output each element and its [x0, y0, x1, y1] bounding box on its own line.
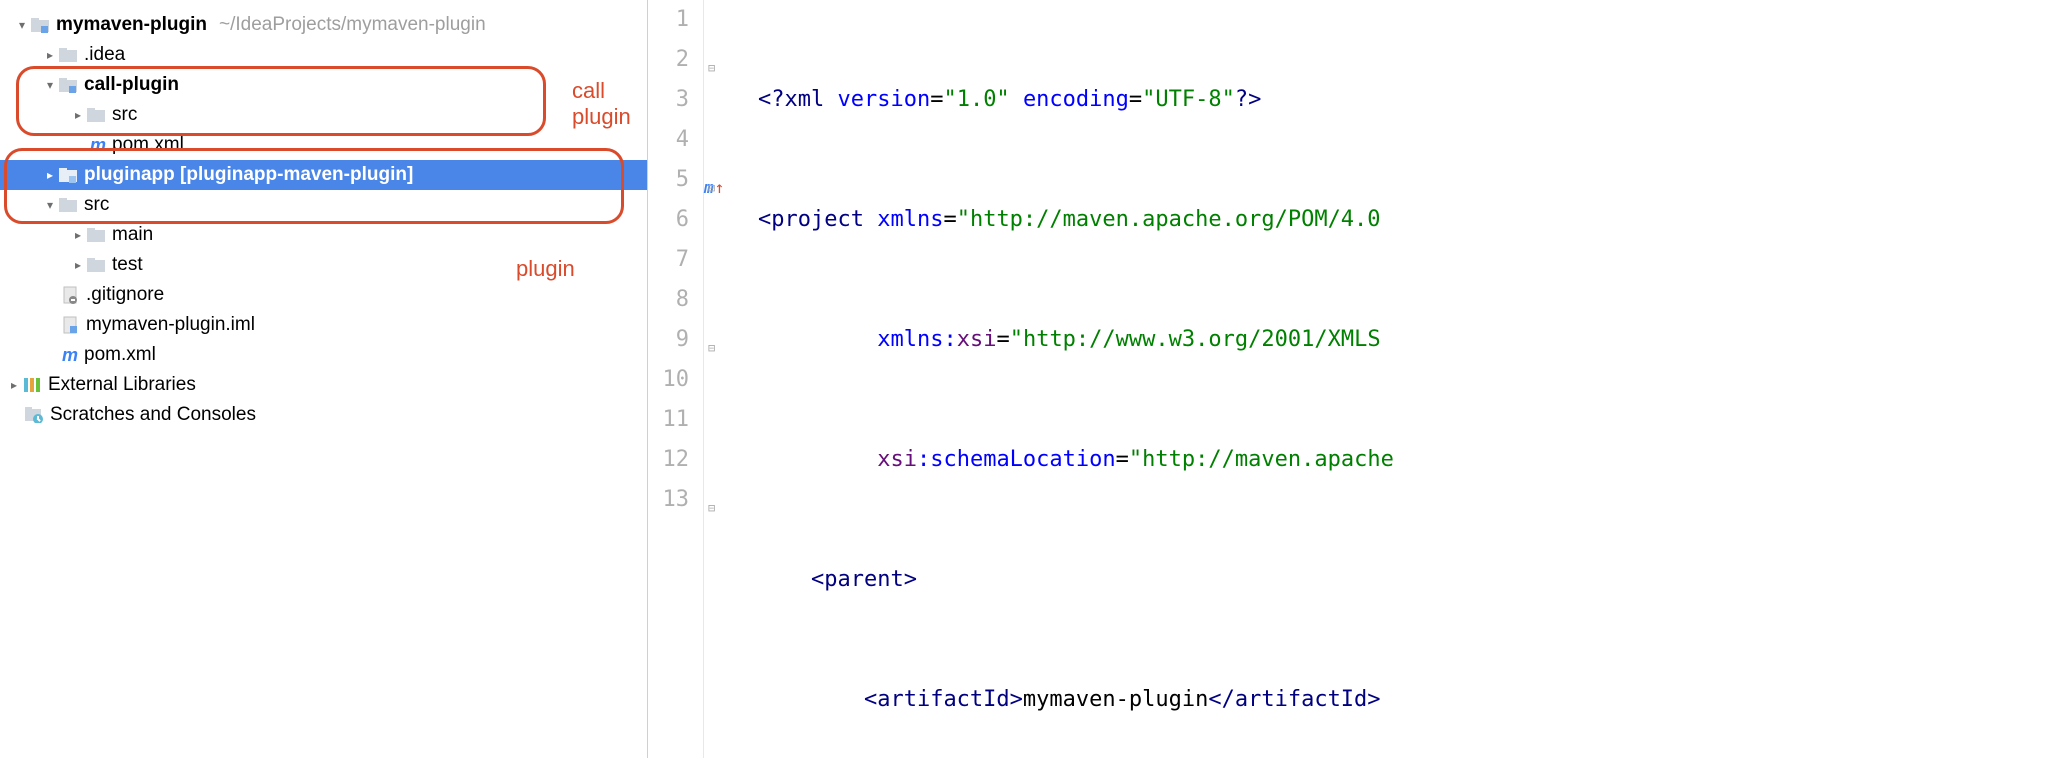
- tree-row-scratches[interactable]: Scratches and Consoles: [0, 400, 647, 430]
- folder-icon: [58, 196, 78, 214]
- tree-label: pom.xml: [84, 344, 156, 366]
- fold-close-icon[interactable]: ⊟: [708, 328, 715, 368]
- chevron-right-icon[interactable]: ▸: [6, 378, 22, 392]
- project-tree: ▾ mymaven-plugin ~/IdeaProjects/mymaven-…: [0, 0, 648, 758]
- module-icon: [58, 76, 78, 94]
- tree-path: ~/IdeaProjects/mymaven-plugin: [219, 14, 486, 36]
- code-content[interactable]: <?xml version="1.0" encoding="UTF-8"?> <…: [728, 0, 1394, 758]
- tree-label: .idea: [84, 44, 125, 66]
- tree-row-iml[interactable]: mymaven-plugin.iml: [0, 310, 647, 340]
- maven-icon: m: [88, 135, 108, 156]
- tree-row-gitignore[interactable]: .gitignore: [0, 280, 647, 310]
- chevron-down-icon[interactable]: ▾: [14, 18, 30, 32]
- chevron-right-icon[interactable]: ▸: [70, 228, 86, 242]
- tree-row-pluginapp[interactable]: ▸ pluginapp [pluginapp-maven-plugin]: [0, 160, 647, 190]
- tree-row-pom[interactable]: m pom.xml: [0, 340, 647, 370]
- fold-gutter: ⊟ m↑ ⊟ ⊟ ⊟: [704, 0, 728, 758]
- file-icon: [60, 316, 80, 334]
- chevron-right-icon[interactable]: ▸: [42, 168, 58, 182]
- tree-label: pluginapp [pluginapp-maven-plugin]: [84, 164, 413, 186]
- library-icon: [22, 376, 42, 394]
- fold-open-icon[interactable]: ⊟: [708, 48, 715, 88]
- tree-row-pom[interactable]: m pom.xml: [0, 130, 647, 160]
- chevron-down-icon[interactable]: ▾: [42, 198, 58, 212]
- tree-row-idea[interactable]: ▸ .idea: [0, 40, 647, 70]
- tree-label: main: [112, 224, 153, 246]
- tree-label: test: [112, 254, 143, 276]
- code-editor[interactable]: 1 2 3 4 5 6 7 8 9 10 11 12 13 ⊟ m↑ ⊟ ⊟ ⊟…: [648, 0, 2050, 758]
- tree-label: call-plugin: [84, 74, 179, 96]
- file-icon: [60, 286, 80, 304]
- chevron-right-icon[interactable]: ▸: [42, 48, 58, 62]
- tree-row-src[interactable]: ▸ src: [0, 100, 647, 130]
- tree-row-call-plugin[interactable]: ▾ call-plugin: [0, 70, 647, 100]
- tree-row-external-libraries[interactable]: ▸ External Libraries: [0, 370, 647, 400]
- tree-label: .gitignore: [86, 284, 164, 306]
- fold-open-icon[interactable]: ⊟: [708, 168, 715, 208]
- folder-icon: [58, 46, 78, 64]
- module-icon: [30, 16, 50, 34]
- tree-row-root[interactable]: ▾ mymaven-plugin ~/IdeaProjects/mymaven-…: [0, 10, 647, 40]
- tree-label: mymaven-plugin: [56, 14, 207, 36]
- line-number-gutter: 1 2 3 4 5 6 7 8 9 10 11 12 13: [648, 0, 704, 758]
- tree-label: pom.xml: [112, 134, 184, 156]
- folder-icon: [86, 106, 106, 124]
- scratches-icon: [24, 406, 44, 424]
- chevron-right-icon[interactable]: ▸: [70, 258, 86, 272]
- folder-icon: [86, 256, 106, 274]
- tree-label: src: [112, 104, 137, 126]
- tree-label: Scratches and Consoles: [50, 404, 256, 426]
- tree-label: External Libraries: [48, 374, 196, 396]
- fold-open-icon[interactable]: ⊟: [708, 488, 715, 528]
- chevron-down-icon[interactable]: ▾: [42, 78, 58, 92]
- tree-row-main[interactable]: ▸ main: [0, 220, 647, 250]
- tree-label: src: [84, 194, 109, 216]
- tree-row-src[interactable]: ▾ src: [0, 190, 647, 220]
- tree-label: mymaven-plugin.iml: [86, 314, 255, 336]
- folder-icon: [86, 226, 106, 244]
- chevron-right-icon[interactable]: ▸: [70, 108, 86, 122]
- module-icon: [58, 166, 78, 184]
- maven-icon: m: [60, 345, 80, 366]
- tree-row-test[interactable]: ▸ test: [0, 250, 647, 280]
